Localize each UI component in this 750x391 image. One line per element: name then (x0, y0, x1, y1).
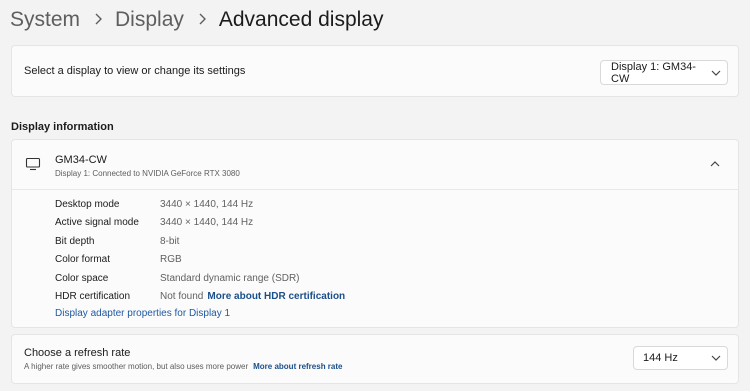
info-row-desktop-mode: Desktop mode 3440 × 1440, 144 Hz (55, 196, 253, 212)
chevron-down-icon (705, 70, 727, 76)
info-value: 8-bit (160, 235, 180, 247)
info-label: Active signal mode (55, 216, 139, 228)
info-row-active-signal-mode: Active signal mode 3440 × 1440, 144 Hz (55, 214, 253, 230)
info-row-bit-depth: Bit depth 8-bit (55, 233, 179, 249)
monitor-icon (25, 157, 41, 171)
display-description: Display 1: Connected to NVIDIA GeForce R… (55, 169, 240, 178)
display-select-value: Display 1: GM34-CW (611, 60, 696, 85)
chevron-right-icon (94, 12, 103, 29)
display-name: GM34-CW (55, 154, 107, 166)
breadcrumb: System Display Advanced display (10, 4, 383, 36)
refresh-rate-link[interactable]: More about refresh rate (253, 362, 342, 371)
info-row-color-format: Color format RGB (55, 251, 182, 267)
info-label: Color format (55, 253, 111, 265)
display-select-dropdown[interactable]: Display 1: GM34-CW (600, 60, 728, 85)
chevron-down-icon (705, 355, 727, 361)
info-value: Not found (160, 290, 204, 302)
breadcrumb-display[interactable]: Display (115, 8, 184, 32)
refresh-rate-description: A higher rate gives smoother motion, but… (24, 362, 249, 371)
display-select-card: Select a display to view or change its s… (11, 45, 739, 97)
info-row-color-space: Color space Standard dynamic range (SDR) (55, 270, 300, 286)
chevron-right-icon (198, 12, 206, 29)
info-row-hdr-certification: HDR certification Not found More about H… (55, 288, 345, 304)
info-value: 3440 × 1440, 144 Hz (160, 216, 254, 228)
refresh-rate-dropdown[interactable]: 144 Hz (633, 346, 728, 370)
chevron-up-icon[interactable] (708, 157, 722, 171)
info-value: Standard dynamic range (SDR) (160, 272, 300, 284)
hdr-certification-link[interactable]: More about HDR certification (207, 291, 345, 302)
page-title: Advanced display (218, 8, 384, 31)
info-value: 3440 × 1440, 144 Hz (160, 198, 254, 210)
info-label: HDR certification (55, 290, 131, 302)
display-select-label: Select a display to view or change its s… (24, 65, 246, 77)
info-label: Color space (55, 272, 109, 284)
display-adapter-properties-link[interactable]: Display adapter properties for Display 1 (55, 308, 230, 319)
refresh-rate-description-line: A higher rate gives smoother motion, but… (24, 362, 342, 371)
display-info-header[interactable]: GM34-CW Display 1: Connected to NVIDIA G… (12, 140, 738, 190)
info-value: RGB (160, 253, 182, 265)
info-label: Bit depth (55, 235, 95, 247)
refresh-rate-card: Choose a refresh rate A higher rate give… (11, 334, 739, 384)
display-info-card: GM34-CW Display 1: Connected to NVIDIA G… (11, 139, 739, 328)
refresh-rate-title: Choose a refresh rate (24, 347, 131, 359)
section-heading: Display information (11, 121, 114, 133)
refresh-rate-value: 144 Hz (643, 352, 678, 364)
info-label: Desktop mode (55, 198, 120, 210)
breadcrumb-system[interactable]: System (10, 8, 80, 32)
